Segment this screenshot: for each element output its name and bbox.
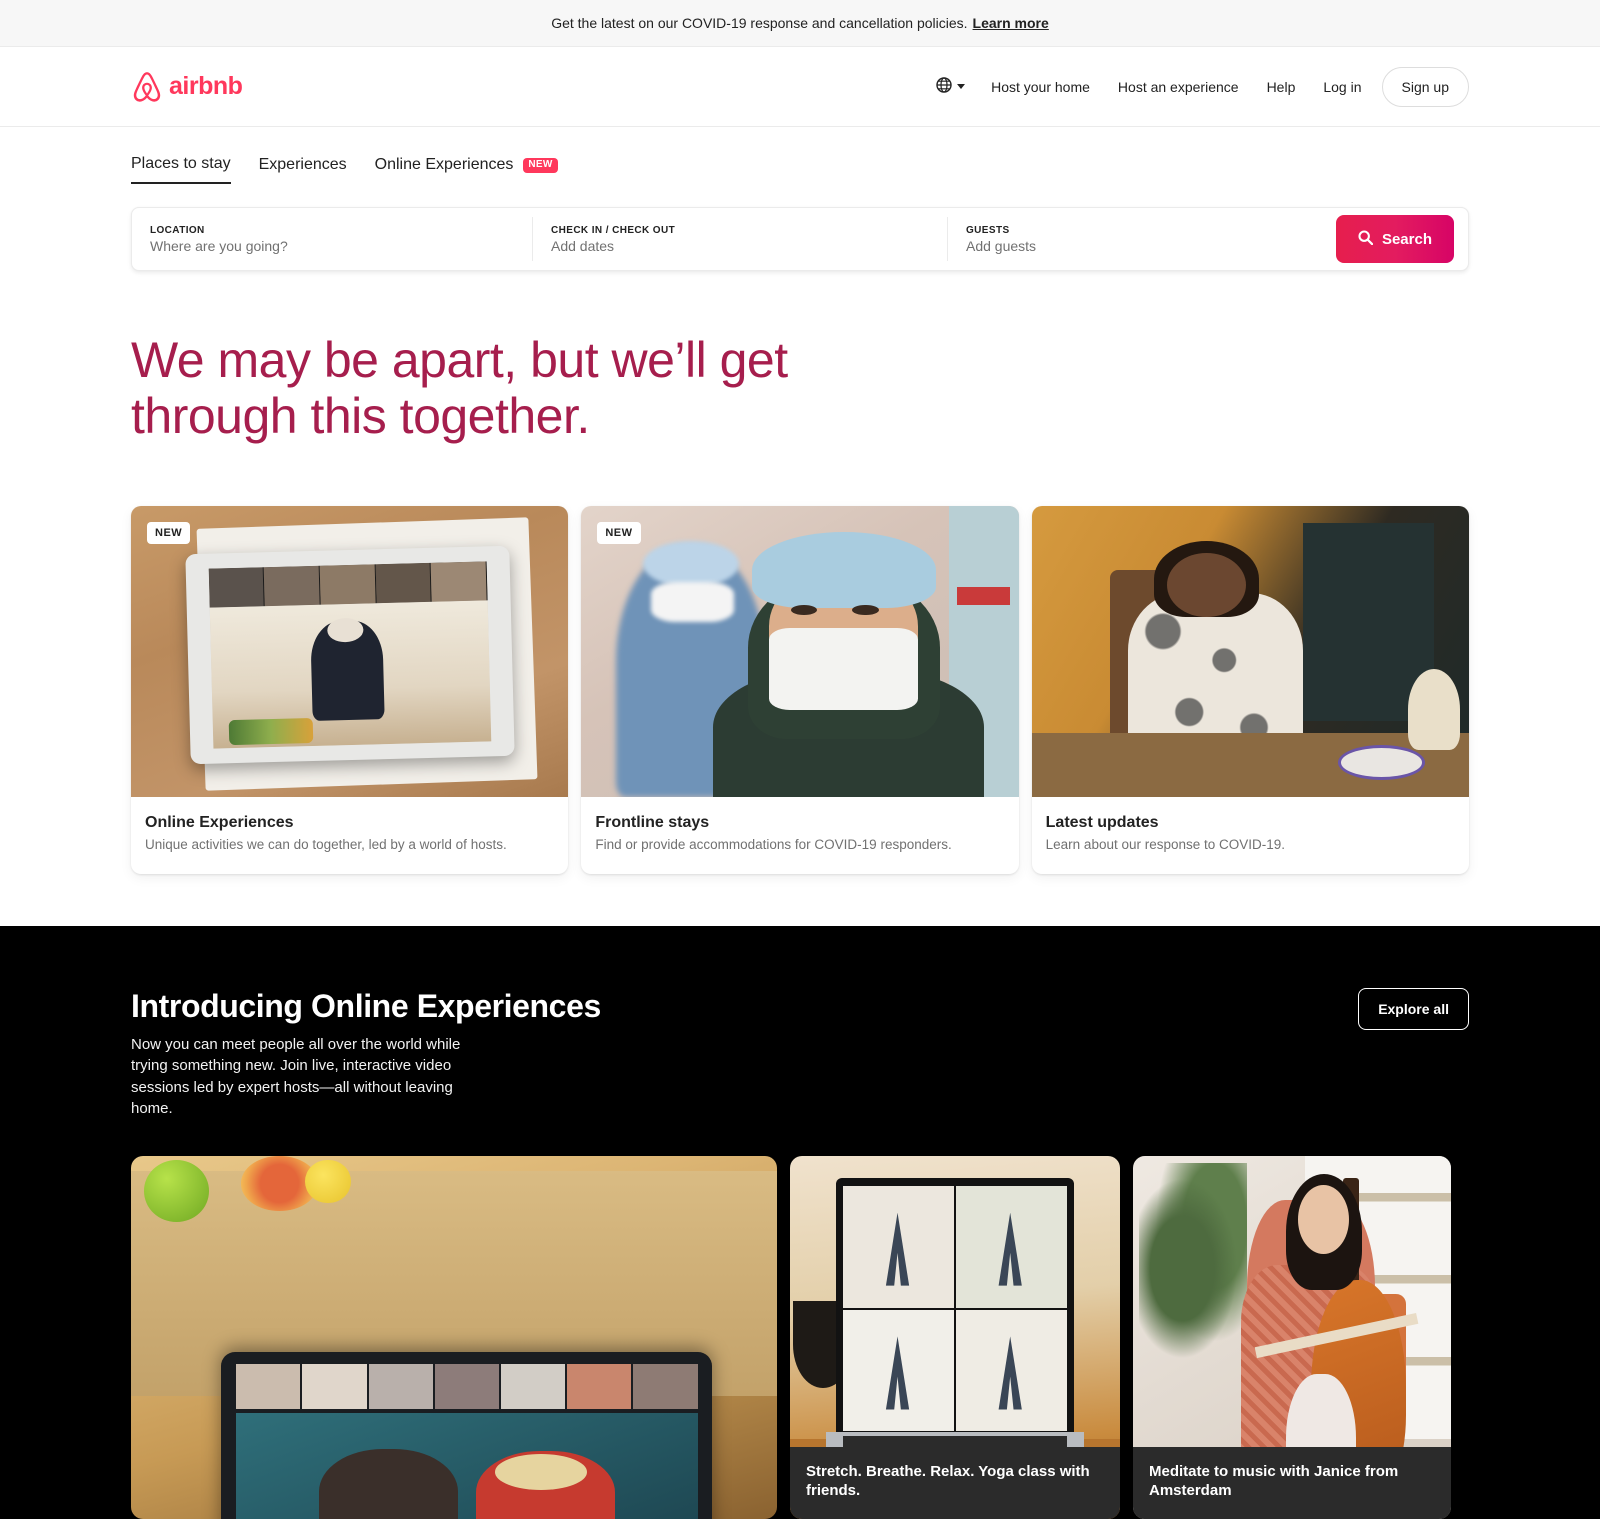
- card-badge-new: NEW: [147, 522, 191, 544]
- nav-host-your-home[interactable]: Host your home: [977, 69, 1104, 105]
- woman-at-table-photo: [1031, 506, 1469, 797]
- new-badge: NEW: [523, 157, 558, 173]
- card-latest-updates[interactable]: Latest updates Learn about our response …: [1031, 506, 1469, 874]
- card-subtitle: Learn about our response to COVID-19.: [1045, 837, 1286, 852]
- experience-card-yoga[interactable]: Stretch. Breathe. Relax. Yoga class with…: [790, 1156, 1120, 1519]
- nav-host-an-experience[interactable]: Host an experience: [1104, 69, 1253, 105]
- covid-banner: Get the latest on our COVID-19 response …: [0, 0, 1600, 47]
- experience-caption: Stretch. Breathe. Relax. Yoga class with…: [790, 1446, 1120, 1519]
- card-body: Frontline stays Find or provide accommod…: [581, 797, 1018, 874]
- card-title: Online Experiences: [145, 814, 294, 831]
- hero-section: We may be apart, but we’ll get through t…: [0, 271, 1600, 444]
- promo-cards: NEW Online Experiences Unique activities…: [0, 444, 1600, 926]
- search-button[interactable]: Search: [1335, 215, 1454, 263]
- card-frontline-stays[interactable]: NEW Frontline stays Find or provide acco…: [581, 506, 1019, 874]
- tab-online-experiences[interactable]: Online Experiences NEW: [375, 156, 558, 183]
- card-online-experiences[interactable]: NEW Online Experiences Unique activities…: [131, 506, 569, 874]
- guests-field[interactable]: GUESTS: [947, 217, 1336, 261]
- search-tabs: Places to stay Experiences Online Experi…: [131, 127, 1469, 184]
- search-section: Places to stay Experiences Online Experi…: [0, 127, 1600, 271]
- section-description: Now you can meet people all over the wor…: [131, 1036, 461, 1117]
- learn-more-link[interactable]: Learn more: [973, 15, 1049, 31]
- card-image: NEW: [131, 506, 569, 797]
- airbnb-logo[interactable]: airbnb: [131, 70, 243, 104]
- guests-label: GUESTS: [966, 224, 1010, 236]
- globe-icon: [936, 77, 952, 96]
- tab-places-to-stay-label: Places to stay: [131, 155, 231, 172]
- dates-field[interactable]: CHECK IN / CHECK OUT: [532, 217, 947, 261]
- tab-experiences-label: Experiences: [258, 156, 347, 173]
- search-bar: LOCATION CHECK IN / CHECK OUT GUESTS Sea…: [131, 207, 1469, 271]
- experience-caption: Meditate to music with Janice from Amste…: [1133, 1446, 1451, 1519]
- covid-banner-text: Get the latest on our COVID-19 response …: [551, 15, 968, 31]
- online-experiences-header: Introducing Online Experiences Now you c…: [131, 988, 1469, 1119]
- tab-places-to-stay[interactable]: Places to stay: [131, 155, 231, 184]
- header-nav: Host your home Host an experience Help L…: [924, 66, 1469, 107]
- location-label: LOCATION: [150, 224, 205, 236]
- explore-all-button[interactable]: Explore all: [1358, 988, 1469, 1030]
- card-title: Latest updates: [1045, 814, 1159, 831]
- search-icon: [1358, 229, 1374, 249]
- card-body: Latest updates Learn about our response …: [1032, 797, 1469, 874]
- card-image: NEW: [581, 506, 1019, 797]
- sign-up-button[interactable]: Sign up: [1381, 66, 1469, 107]
- healthcare-workers-photo: [581, 506, 1019, 797]
- experience-card-drag-party[interactable]: [131, 1156, 777, 1519]
- location-field[interactable]: LOCATION: [132, 217, 532, 261]
- dates-input[interactable]: [551, 237, 929, 254]
- experience-card-cello[interactable]: Meditate to music with Janice from Amste…: [1133, 1156, 1451, 1519]
- logo-wordmark: airbnb: [169, 72, 243, 100]
- guests-input[interactable]: [966, 237, 1318, 254]
- chevron-down-icon: [957, 84, 966, 89]
- card-image: [1031, 506, 1469, 797]
- section-heading: Introducing Online Experiences: [131, 988, 601, 1024]
- experience-cards: Stretch. Breathe. Relax. Yoga class with…: [131, 1156, 1469, 1519]
- online-experiences-text: Introducing Online Experiences Now you c…: [131, 988, 601, 1119]
- citrus-tablet-photo: [131, 1156, 777, 1519]
- card-subtitle: Find or provide accommodations for COVID…: [595, 837, 952, 852]
- site-header: airbnb Host your home Host an experience…: [0, 47, 1600, 127]
- tab-experiences[interactable]: Experiences: [259, 156, 347, 183]
- nav-help[interactable]: Help: [1253, 69, 1310, 105]
- online-experiences-section: Introducing Online Experiences Now you c…: [0, 926, 1600, 1519]
- language-selector-button[interactable]: [924, 67, 977, 106]
- card-badge-new: NEW: [597, 522, 641, 544]
- card-subtitle: Unique activities we can do together, le…: [145, 837, 507, 852]
- airbnb-bird-logo-icon: [131, 70, 163, 104]
- nav-log-in[interactable]: Log in: [1309, 69, 1375, 105]
- tab-online-experiences-label: Online Experiences: [374, 156, 514, 173]
- card-body: Online Experiences Unique activities we …: [131, 797, 568, 874]
- search-input[interactable]: [150, 237, 514, 254]
- tablet-cooking-photo: [131, 506, 569, 797]
- search-button-label: Search: [1381, 230, 1432, 248]
- page-title: We may be apart, but we’ll get through t…: [131, 332, 788, 444]
- card-title: Frontline stays: [595, 814, 710, 831]
- dates-label: CHECK IN / CHECK OUT: [551, 224, 676, 236]
